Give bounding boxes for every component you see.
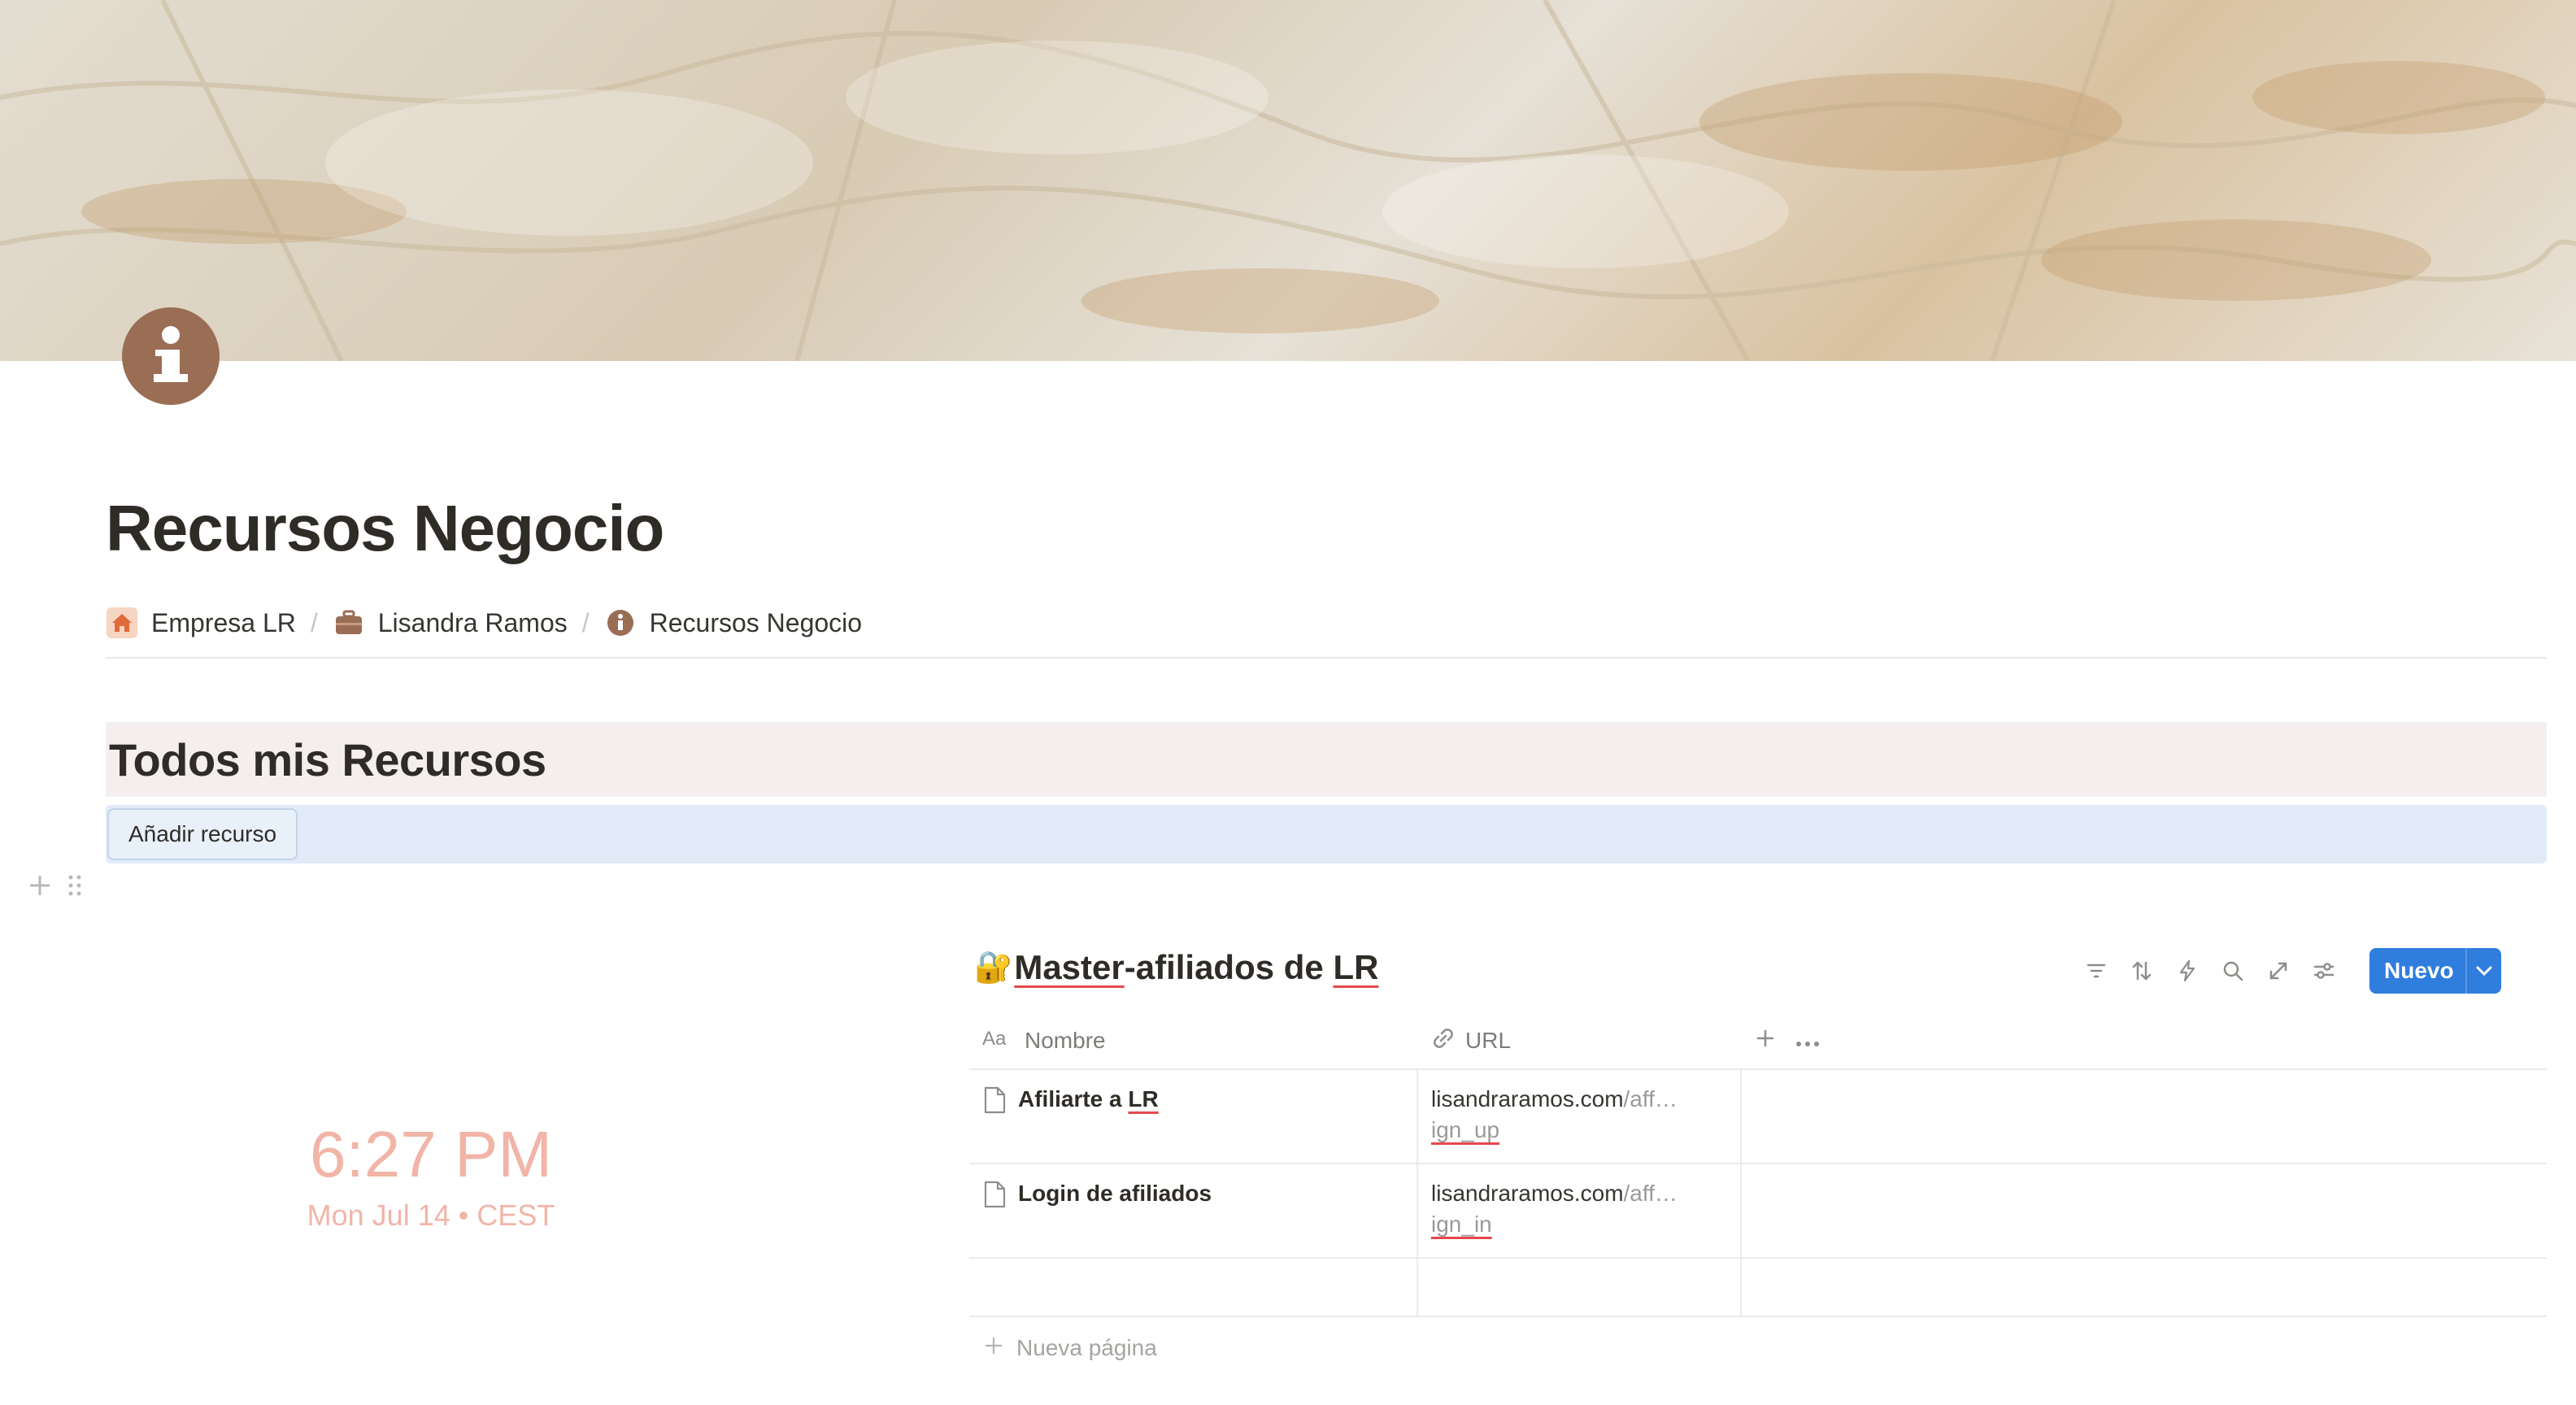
link-icon: [1431, 1026, 1456, 1056]
search-icon[interactable]: [2218, 956, 2247, 985]
empty-cell: [1742, 1164, 2547, 1257]
automation-bolt-icon[interactable]: [2173, 956, 2202, 985]
url-path-wrap[interactable]: ign_in: [1431, 1211, 1727, 1238]
table-row-empty[interactable]: [969, 1259, 2547, 1317]
breadcrumb-label: Empresa LR: [151, 607, 296, 637]
block-handle[interactable]: [28, 873, 83, 902]
svg-text:Aa: Aa: [982, 1028, 1007, 1050]
plus-icon: [984, 1335, 1003, 1361]
text-property-icon: Aa: [982, 1027, 1015, 1055]
page-title: Recursos Negocio: [106, 492, 664, 564]
breadcrumb-item-lisandra[interactable]: Lisandra Ramos: [333, 607, 568, 639]
column-label: Nombre: [1025, 1028, 1106, 1053]
info-icon: [604, 607, 637, 639]
database-toolbar: Nuevo: [2082, 948, 2501, 994]
table-header: Aa Nombre URL: [969, 1013, 2547, 1070]
filter-icon[interactable]: [2082, 956, 2111, 985]
drag-handle-icon[interactable]: [67, 873, 83, 902]
page-cover: [0, 0, 2576, 361]
breadcrumb: Empresa LR / Lisandra Ramos / Recursos N…: [106, 600, 862, 646]
column-label: URL: [1465, 1028, 1512, 1053]
sort-icon[interactable]: [2127, 956, 2156, 985]
url-cell[interactable]: lisandraramos.com/aff… ign_up: [1418, 1070, 1742, 1163]
url-path-wrap[interactable]: ign_up: [1431, 1117, 1727, 1143]
new-page-row[interactable]: Nueva página: [969, 1317, 2547, 1379]
database-title-part: -afiliados de: [1124, 948, 1334, 986]
database-title[interactable]: 🔐 Master -afiliados de LR: [974, 948, 1378, 987]
section-heading-block: Todos mis Recursos: [106, 722, 2547, 797]
row-title-text: LR: [1128, 1086, 1159, 1111]
cover-texture: [0, 0, 2576, 361]
row-title-text: Login de afiliados: [1018, 1181, 1212, 1206]
database-title-part: Master: [1014, 948, 1125, 986]
lock-icon: 🔐: [974, 950, 1013, 985]
clock-widget: 6:27 PM Mon Jul 14 • CEST: [228, 1114, 634, 1233]
new-page-label: Nueva página: [1016, 1335, 1157, 1360]
table-row[interactable]: Afiliarte a LR lisandraramos.com/aff… ig…: [969, 1070, 2547, 1164]
breadcrumb-label: Lisandra Ramos: [377, 607, 568, 637]
page-icon: [982, 1181, 1007, 1214]
breadcrumb-separator: /: [581, 607, 590, 637]
name-cell[interactable]: Login de afiliados: [969, 1164, 1418, 1257]
url-path[interactable]: /aff…: [1624, 1181, 1677, 1206]
clock-time: 6:27 PM: [310, 1118, 552, 1190]
breadcrumb-item-empresa[interactable]: Empresa LR: [106, 607, 296, 639]
url-cell[interactable]: lisandraramos.com/aff… ign_in: [1418, 1164, 1742, 1257]
row-title-text: Afiliarte a: [1018, 1086, 1129, 1111]
table-row[interactable]: Login de afiliados lisandraramos.com/aff…: [969, 1164, 2547, 1259]
empty-cell: [1742, 1259, 2547, 1316]
page-icon: [982, 1086, 1007, 1120]
more-options-icon[interactable]: [1795, 1028, 1820, 1054]
button-block: Añadir recurso: [106, 805, 2547, 863]
row-title: Login de afiliados: [1018, 1181, 1212, 1207]
breadcrumb-separator: /: [310, 607, 318, 637]
clock-date: Mon Jul 14 • CEST: [307, 1198, 555, 1232]
database-title-part: LR: [1333, 948, 1379, 986]
database-table: Aa Nombre URL Afiliarte a LR lisandraram…: [969, 1013, 2547, 1379]
section-heading: Todos mis Recursos: [109, 733, 546, 785]
page-info-icon[interactable]: [122, 307, 220, 405]
column-actions: [1742, 1013, 2547, 1068]
new-button[interactable]: Nuevo: [2369, 948, 2501, 994]
column-header-url[interactable]: URL: [1418, 1013, 1742, 1068]
plus-icon[interactable]: [28, 873, 52, 902]
empty-cell[interactable]: [969, 1259, 1418, 1316]
empty-cell: [1742, 1070, 2547, 1163]
column-header-nombre[interactable]: Aa Nombre: [969, 1013, 1418, 1068]
add-resource-button[interactable]: Añadir recurso: [107, 808, 298, 860]
new-button-label[interactable]: Nuevo: [2369, 948, 2465, 994]
row-title: Afiliarte a LR: [1018, 1086, 1159, 1112]
home-icon: [106, 607, 138, 639]
breadcrumb-item-recursos[interactable]: Recursos Negocio: [604, 607, 862, 639]
briefcase-icon: [333, 607, 365, 639]
url-path[interactable]: /aff…: [1624, 1086, 1677, 1111]
empty-cell[interactable]: [1418, 1259, 1742, 1316]
divider: [106, 657, 2547, 659]
url-domain[interactable]: lisandraramos.com: [1431, 1181, 1624, 1206]
expand-icon[interactable]: [2264, 956, 2293, 985]
breadcrumb-label: Recursos Negocio: [649, 607, 863, 637]
name-cell[interactable]: Afiliarte a LR: [969, 1070, 1418, 1163]
settings-sliders-icon[interactable]: [2309, 956, 2339, 985]
chevron-down-icon[interactable]: [2465, 948, 2501, 994]
add-column-plus-icon[interactable]: [1755, 1028, 1776, 1055]
url-domain[interactable]: lisandraramos.com: [1431, 1086, 1624, 1111]
